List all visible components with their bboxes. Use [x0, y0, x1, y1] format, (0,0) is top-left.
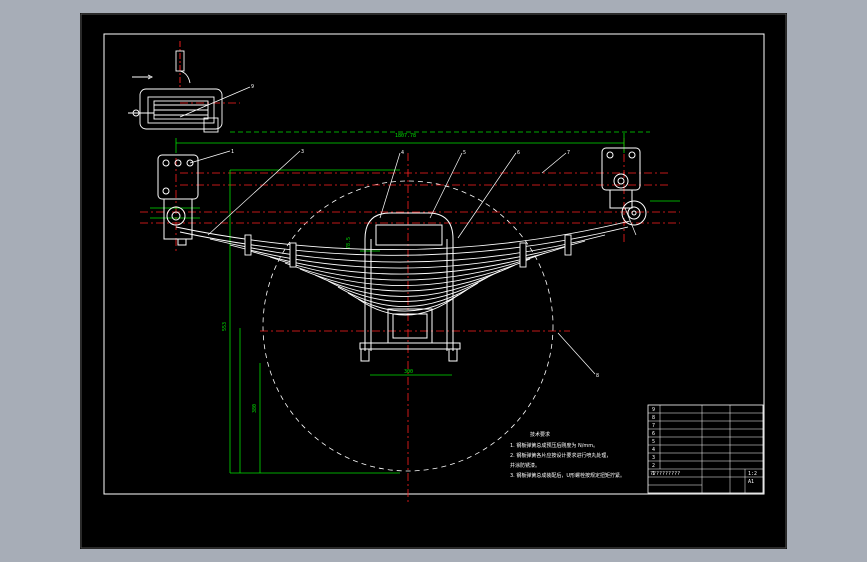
- dim-bracket-width: 300: [404, 369, 413, 375]
- balloon-4: 4: [401, 150, 404, 156]
- tb-row-2: 2: [652, 463, 655, 469]
- dim-offset: 78.5: [346, 237, 352, 249]
- outer-frame: [80, 13, 787, 549]
- tb-row-5: 5: [652, 439, 655, 445]
- balloon-7: 7: [567, 150, 570, 156]
- tech-note-1: 1. 钢板弹簧总成预压后刚度为 N/mm。: [510, 442, 598, 449]
- tb-sheet-size: A1: [748, 479, 754, 485]
- balloon-5: 5: [463, 150, 466, 156]
- tb-row-4: 4: [652, 447, 655, 453]
- dim-height-lower: 380: [252, 404, 258, 413]
- tech-note-4: 3. 钢板弹簧总成装配后，U形螺栓按规定扭矩拧紧。: [510, 472, 625, 479]
- tb-row-9: 9: [652, 407, 655, 413]
- tb-scale: 1:2: [748, 471, 757, 477]
- tech-notes-title: 技术要求: [530, 431, 550, 438]
- balloon-3: 3: [301, 149, 304, 155]
- technical-notes: 技术要求 1. 钢板弹簧总成预压后刚度为 N/mm。 2. 钢板弹簧各片应按设计…: [510, 431, 625, 479]
- centerlines: [140, 102, 680, 505]
- dim-height-total: 553: [222, 322, 228, 331]
- drawing-sheet: 1807.78 553 380 300 78.5 9 1 3 4 5 6 7 8…: [80, 13, 787, 549]
- balloon-9: 9: [251, 84, 254, 90]
- balloon-8: 8: [596, 373, 599, 379]
- tb-row-3: 3: [652, 455, 655, 461]
- balloon-6: 6: [517, 150, 520, 156]
- tb-row-8: 8: [652, 415, 655, 421]
- dimension-lines: [150, 131, 680, 474]
- tb-row-7: 7: [652, 423, 655, 429]
- dim-overall-length: 1807.78: [395, 133, 416, 139]
- front-bracket: [157, 154, 199, 246]
- detail-view: [128, 41, 223, 133]
- cad-drawing: 1807.78 553 380 300 78.5 9 1 3 4 5 6 7 8…: [80, 13, 787, 549]
- tech-note-2: 2. 钢板弹簧各片应按设计要求进行喷丸处理，: [510, 452, 611, 459]
- title-block: 9 8 7 6 5 4 3 2 1 ?????????? 1:2 A1: [647, 404, 764, 494]
- balloon-1: 1: [231, 149, 234, 155]
- tb-row-6: 6: [652, 431, 655, 437]
- balloon-labels: 9 1 3 4 5 6 7 8: [231, 84, 599, 379]
- tb-drawing-name: ??????????: [650, 471, 680, 477]
- leaf-spring: [175, 220, 631, 316]
- tech-note-3: 并涂防锈漆。: [510, 462, 540, 469]
